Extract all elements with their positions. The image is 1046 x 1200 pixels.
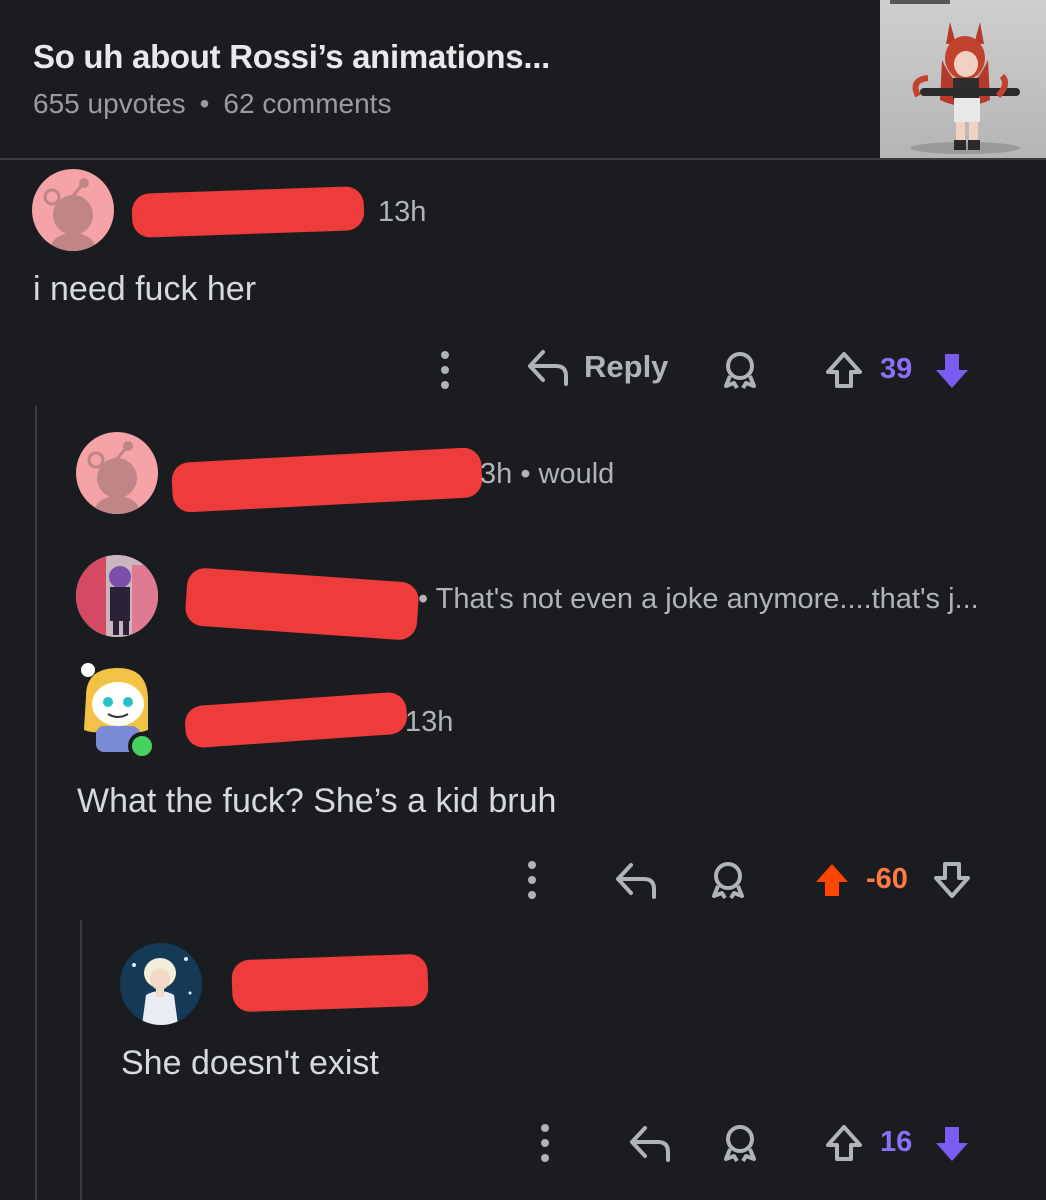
comment-age: 13h	[378, 196, 427, 228]
avatar[interactable]	[76, 555, 158, 637]
post-thumbnail[interactable]	[880, 0, 1046, 158]
comment-body: She doesn't exist	[121, 1044, 379, 1082]
award-icon[interactable]	[718, 1123, 762, 1163]
thread-line[interactable]	[80, 920, 82, 1200]
more-options-icon[interactable]	[430, 348, 460, 392]
upvote-icon[interactable]	[822, 1121, 866, 1165]
avatar[interactable]	[76, 660, 158, 760]
comment-age: 3h • would	[480, 458, 615, 490]
upvote-icon[interactable]	[810, 858, 854, 902]
upvote-icon[interactable]	[822, 348, 866, 392]
comment-count: 62 comments	[223, 88, 392, 119]
redacted-username	[131, 185, 365, 239]
redacted-username	[183, 691, 409, 749]
downvote-icon[interactable]	[930, 1121, 974, 1165]
reply-arrow-icon	[528, 350, 568, 386]
redacted-username	[170, 446, 484, 514]
avatar[interactable]	[32, 169, 114, 251]
upvote-count: 655 upvotes	[33, 88, 186, 119]
redacted-username	[231, 953, 429, 1013]
vote-score-value: -60	[866, 863, 908, 895]
meta-separator: •	[199, 88, 210, 119]
reply-button[interactable]: Reply	[526, 348, 668, 386]
reply-button[interactable]	[612, 860, 660, 900]
snoo-avatar-icon	[87, 441, 139, 514]
redacted-username	[184, 566, 420, 642]
more-options-icon[interactable]	[530, 1121, 560, 1165]
reply-button[interactable]	[626, 1123, 674, 1163]
post-header[interactable]: So uh about Rossi’s animations... 655 up…	[0, 0, 1046, 160]
snoo-avatar-icon	[43, 178, 95, 251]
downvote-icon[interactable]	[930, 348, 974, 392]
award-icon[interactable]	[706, 860, 750, 900]
award-icon[interactable]	[718, 350, 762, 390]
vote-score: -60	[866, 863, 908, 896]
post-meta: 655 upvotes • 62 comments	[33, 88, 391, 120]
post-title[interactable]: So uh about Rossi’s animations...	[33, 38, 550, 76]
thread-line[interactable]	[35, 406, 37, 1200]
vote-score: 16	[880, 1126, 912, 1159]
vote-score-value: 16	[880, 1126, 913, 1158]
avatar[interactable]	[76, 432, 158, 514]
reply-arrow-icon	[616, 863, 656, 899]
vote-score: 39	[880, 353, 912, 386]
comment-body: What the fuck? She’s a kid bruh	[77, 782, 557, 820]
anime-avatar-icon	[76, 555, 158, 637]
comment-age: 13h	[405, 706, 454, 738]
reply-arrow-icon	[630, 1126, 670, 1162]
avatar[interactable]	[120, 943, 202, 1025]
reply-label: Reply	[584, 349, 669, 384]
comment-preview: • That's not even a joke anymore....that…	[418, 583, 979, 615]
comment-body: i need fuck her	[33, 270, 257, 308]
more-options-icon[interactable]	[517, 858, 547, 902]
anime-avatar-icon	[120, 943, 202, 1025]
snoo-custom-avatar-icon	[81, 663, 156, 760]
downvote-icon[interactable]	[930, 858, 974, 902]
vote-score-value: 39	[880, 353, 913, 385]
